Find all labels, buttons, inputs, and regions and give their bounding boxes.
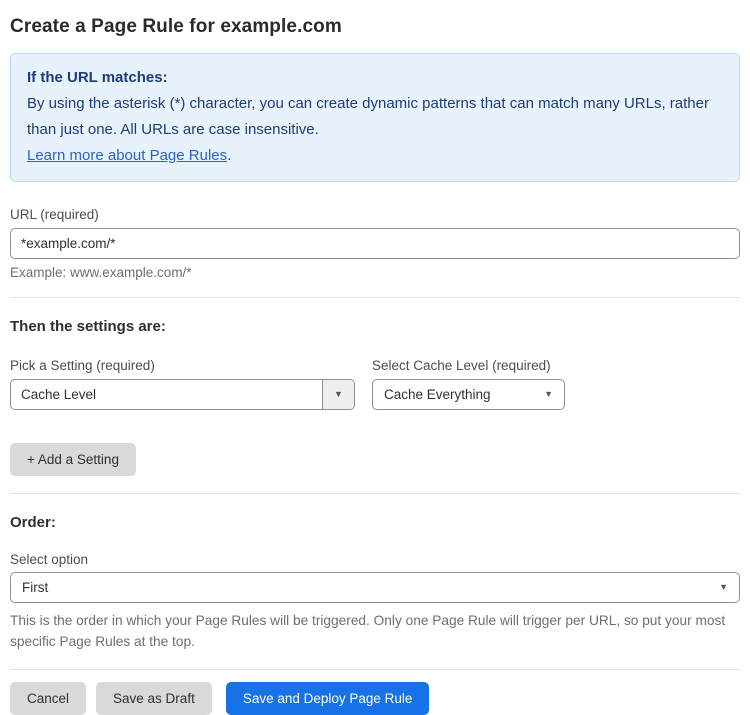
url-field-section: URL (required) Example: www.example.com/… — [10, 207, 740, 280]
cache-level-label: Select Cache Level (required) — [372, 358, 551, 373]
chevron-down-icon: ▼ — [334, 389, 343, 399]
pick-setting-dropdown-button[interactable]: ▼ — [322, 380, 354, 409]
page-title: Create a Page Rule for example.com — [10, 16, 342, 37]
cache-level-select[interactable]: Cache Everything ▼ — [372, 379, 565, 410]
link-suffix-period: . — [227, 147, 232, 164]
pick-setting-select[interactable]: Cache Level ▼ — [10, 379, 355, 410]
save-and-deploy-button[interactable]: Save and Deploy Page Rule — [225, 682, 430, 715]
order-helper-text: This is the order in which your Page Rul… — [10, 613, 726, 649]
divider — [10, 669, 740, 670]
save-as-draft-button[interactable]: Save as Draft — [96, 682, 212, 715]
cancel-button[interactable]: Cancel — [10, 682, 87, 715]
url-label: URL (required) — [10, 207, 99, 222]
order-select-label: Select option — [10, 552, 89, 567]
create-page-rule-form: Create a Page Rule for example.com If th… — [0, 0, 750, 715]
learn-more-page-rules-link[interactable]: Learn more about Page Rules — [27, 147, 227, 164]
chevron-down-icon: ▼ — [544, 389, 553, 399]
add-setting-row: + Add a Setting — [10, 443, 740, 476]
url-example-helper: Example: www.example.com/* — [10, 265, 192, 280]
pick-setting-label: Pick a Setting (required) — [10, 358, 155, 373]
cache-level-column: Select Cache Level (required) Cache Ever… — [372, 358, 565, 410]
add-setting-button[interactable]: + Add a Setting — [10, 443, 136, 476]
info-box-link-line: Learn more about Page Rules. — [27, 143, 723, 169]
info-box-body: By using the asterisk (*) character, you… — [27, 95, 709, 138]
url-match-info-box: If the URL matches: By using the asteris… — [10, 53, 740, 182]
info-box-heading: If the URL matches: — [27, 69, 168, 86]
chevron-down-icon: ▼ — [719, 582, 728, 592]
cache-level-select-value: Cache Everything — [384, 387, 491, 402]
order-select[interactable]: First ▼ — [10, 572, 740, 603]
divider — [10, 297, 740, 298]
divider — [10, 493, 740, 494]
pick-setting-column: Pick a Setting (required) Cache Level ▼ — [10, 358, 355, 410]
pick-setting-select-value: Cache Level — [21, 387, 97, 402]
settings-pickers-row: Pick a Setting (required) Cache Level ▼ … — [10, 358, 740, 410]
form-actions-row: Cancel Save as Draft Save and Deploy Pag… — [10, 682, 740, 715]
order-heading: Order: — [10, 514, 56, 531]
url-input[interactable] — [10, 228, 740, 259]
settings-heading: Then the settings are: — [10, 318, 166, 335]
order-select-value: First — [22, 580, 49, 595]
